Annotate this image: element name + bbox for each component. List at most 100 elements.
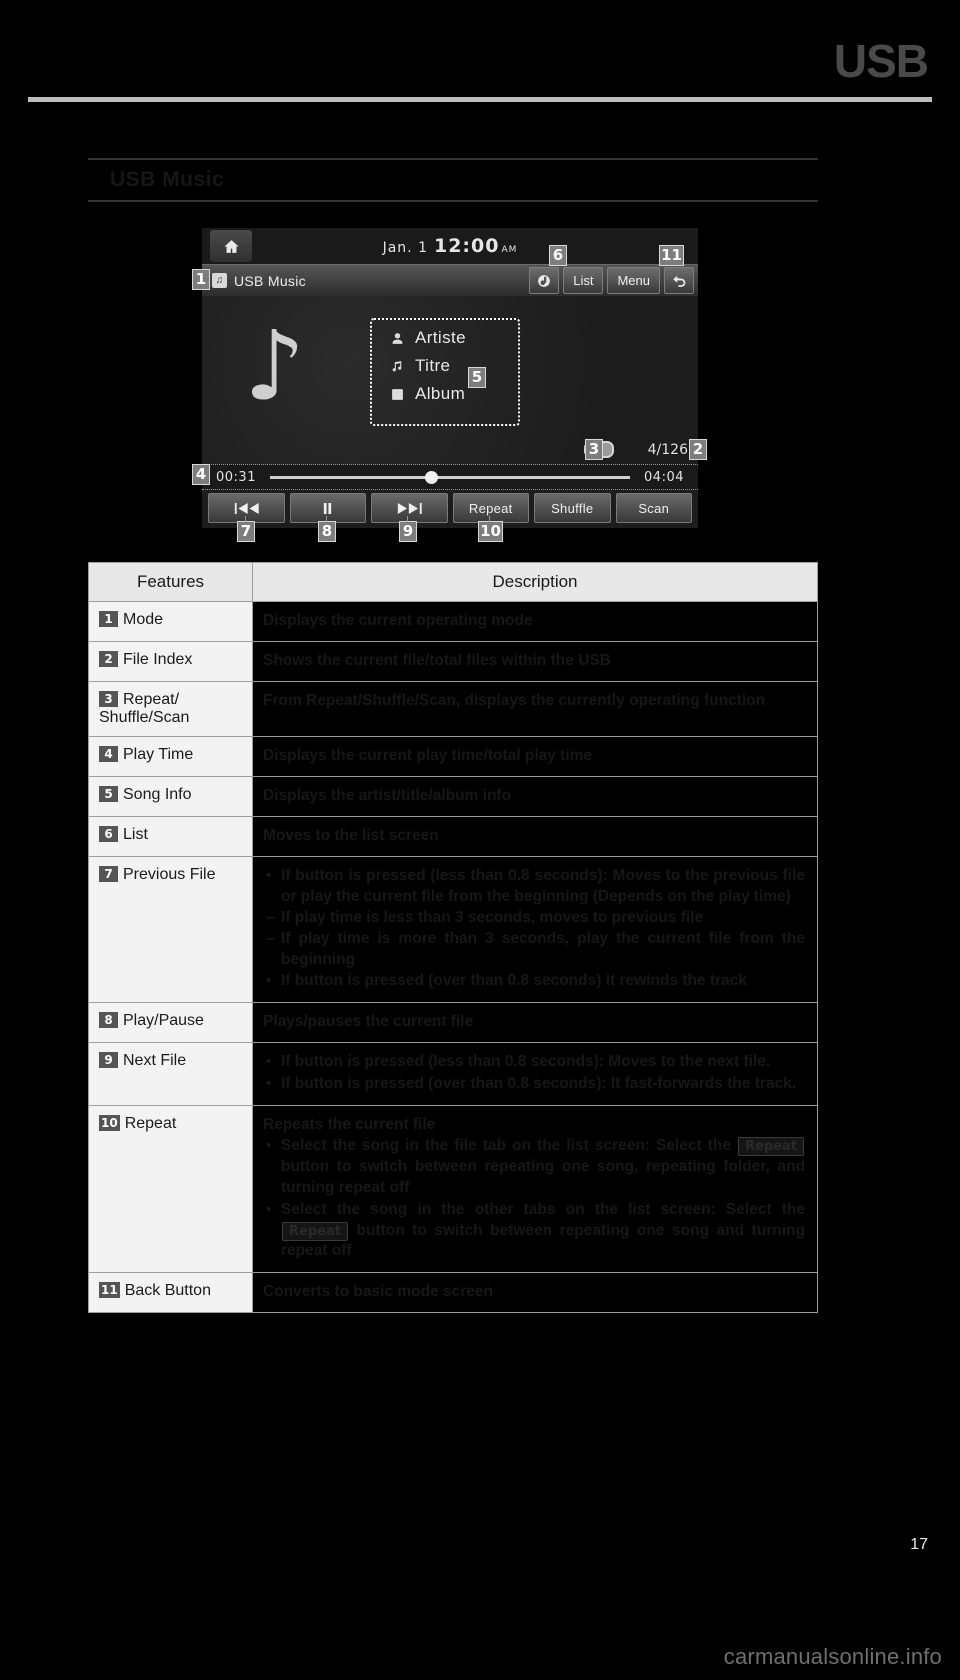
usb-music-icon: ♫ bbox=[212, 273, 227, 288]
sound-icon[interactable] bbox=[529, 267, 560, 294]
dash-item: If play time is less than 3 seconds, mov… bbox=[266, 908, 805, 929]
feature-label: Previous File bbox=[123, 865, 216, 883]
bullet-list: If button is pressed (less than 0.8 seco… bbox=[263, 866, 805, 908]
callout-11: 11 bbox=[659, 245, 684, 266]
feature-cell-repeat: 10 Repeat bbox=[88, 1104, 253, 1274]
callout-leader-8 bbox=[326, 516, 327, 522]
play-time-bar: 00:31 04:04 bbox=[202, 464, 698, 490]
feature-cell-repeat-shuffle-scan: 3 Repeat/ Shuffle/Scan bbox=[88, 680, 253, 737]
section-bottom-rule bbox=[88, 200, 818, 202]
row-number: 3 bbox=[99, 690, 118, 707]
dash-item: If play time is more than 3 seconds, pla… bbox=[266, 929, 805, 971]
table-row: 6 List Moves to the list screen bbox=[88, 815, 818, 857]
callout-5: 5 bbox=[468, 367, 486, 388]
table-header-row: Features Description bbox=[88, 562, 818, 602]
menu-button[interactable]: Menu bbox=[607, 267, 660, 294]
song-info-album-row: Album bbox=[390, 384, 518, 404]
feature-cell-next-file: 9 Next File bbox=[88, 1042, 253, 1106]
description-cell-back-button: Converts to basic mode screen bbox=[252, 1272, 818, 1314]
features-table: Features Description 1 Mode Displays the … bbox=[88, 562, 818, 1314]
song-info-title-label: Titre bbox=[415, 356, 451, 375]
callout-1: 1 bbox=[192, 269, 210, 290]
clock-ampm: AM bbox=[501, 245, 518, 255]
page-header: USB bbox=[0, 0, 960, 110]
song-info-box: Artiste Titre Album bbox=[370, 318, 520, 426]
progress-slider[interactable] bbox=[269, 470, 631, 484]
description-cell-song-info: Displays the artist/title/album info bbox=[252, 775, 818, 817]
row-number: 6 bbox=[99, 825, 118, 842]
clock-time: 12:00 bbox=[433, 235, 500, 257]
bullet-item: If button is pressed (over than 0.8 seco… bbox=[266, 971, 805, 992]
feature-cell-list: 6 List bbox=[88, 815, 253, 857]
repeat-lead-text: Repeats the current file bbox=[263, 1115, 436, 1133]
play-pause-button[interactable] bbox=[289, 493, 366, 523]
repeat-button[interactable]: Repeat bbox=[452, 493, 529, 523]
row-number: 4 bbox=[99, 745, 118, 762]
description-cell-repeat-shuffle-scan: From Repeat/Shuffle/Scan, displays the c… bbox=[252, 680, 818, 737]
bullet-text-post: button to switch between repeating one s… bbox=[281, 1157, 805, 1196]
watermark: carmanualsonline.info bbox=[723, 1644, 942, 1669]
row-number: 7 bbox=[99, 865, 118, 882]
device-status-bar: Jan. 1 12:00 AM bbox=[202, 228, 698, 264]
feature-label: Repeat bbox=[124, 1114, 177, 1132]
bullet-list: If button is pressed (less than 0.8 seco… bbox=[263, 1052, 805, 1095]
callout-8: 8 bbox=[318, 521, 336, 542]
callout-6: 6 bbox=[549, 245, 567, 266]
callout-4: 4 bbox=[192, 464, 210, 485]
page-number: 17 bbox=[910, 1536, 928, 1553]
bullet-item: If button is pressed (less than 0.8 seco… bbox=[266, 866, 805, 908]
description-cell-next-file: If button is pressed (less than 0.8 seco… bbox=[252, 1042, 818, 1106]
table-row: 7 Previous File If button is pressed (les… bbox=[88, 855, 818, 1004]
title-icon bbox=[390, 359, 405, 374]
feature-label: Play/Pause bbox=[123, 1012, 204, 1030]
col-header-features: Features bbox=[88, 562, 253, 602]
bullet-item: If button is pressed (over than 0.8 seco… bbox=[266, 1074, 805, 1095]
device-main-area: ♪ Artiste Titre Album 4/126 bbox=[202, 296, 698, 464]
callout-2: 2 bbox=[689, 439, 707, 460]
table-row: 9 Next File If button is pressed (less th… bbox=[88, 1042, 818, 1106]
callout-leader-9 bbox=[407, 516, 408, 522]
song-info-album-label: Album bbox=[415, 384, 466, 403]
mode-label: USB Music bbox=[234, 272, 306, 289]
dash-list: If play time is less than 3 seconds, mov… bbox=[263, 908, 805, 971]
feature-cell-mode: 1 Mode bbox=[88, 601, 253, 642]
table-row: 11 Back Button Converts to basic mode scr… bbox=[88, 1272, 818, 1314]
row-number: 10 bbox=[99, 1114, 120, 1131]
row-number: 11 bbox=[99, 1282, 120, 1299]
feature-label: List bbox=[123, 825, 148, 843]
scan-button[interactable]: Scan bbox=[615, 493, 692, 523]
music-note-icon: ♪ bbox=[244, 310, 306, 422]
callout-9: 9 bbox=[399, 521, 417, 542]
list-button[interactable]: List bbox=[563, 267, 604, 294]
callout-7: 7 bbox=[237, 521, 255, 542]
mode-indicator: ♫ USB Music bbox=[212, 273, 529, 289]
row-number: 9 bbox=[99, 1052, 118, 1069]
table-row: 2 File Index Shows the current file/total… bbox=[88, 640, 818, 682]
song-info-artist-row: Artiste bbox=[390, 328, 518, 348]
feature-cell-play-pause: 8 Play/Pause bbox=[88, 1002, 253, 1044]
bullet-text-pre: Select the song in the other tabs on the… bbox=[281, 1200, 805, 1218]
description-cell-list: Moves to the list screen bbox=[252, 815, 818, 857]
clock-date: Jan. 1 bbox=[382, 240, 428, 256]
callout-3: 3 bbox=[585, 439, 603, 460]
shuffle-button[interactable]: Shuffle bbox=[534, 493, 611, 523]
feature-cell-back-button: 11 Back Button bbox=[88, 1272, 253, 1314]
back-arrow-icon[interactable] bbox=[664, 267, 694, 294]
feature-cell-file-index: 2 File Index bbox=[88, 640, 253, 682]
callout-10: 10 bbox=[478, 521, 503, 542]
row-number: 2 bbox=[99, 650, 118, 667]
bullet-item: If button is pressed (less than 0.8 seco… bbox=[266, 1052, 805, 1073]
row-number: 1 bbox=[99, 611, 118, 627]
song-info-title-row: Titre bbox=[390, 356, 518, 376]
bullet-list: If button is pressed (over than 0.8 seco… bbox=[263, 971, 805, 992]
inline-repeat-button: Repeat bbox=[738, 1136, 804, 1157]
header-rule bbox=[28, 97, 932, 102]
device-screen: Jan. 1 12:00 AM ♫ USB Music List Menu ♪ Ar… bbox=[202, 228, 698, 528]
artist-icon bbox=[390, 331, 405, 346]
previous-file-button[interactable] bbox=[208, 493, 285, 523]
progress-thumb[interactable] bbox=[424, 470, 438, 484]
description-cell-repeat: Repeats the current file Select the song… bbox=[252, 1104, 818, 1274]
next-file-button[interactable] bbox=[371, 493, 448, 523]
row-number: 5 bbox=[99, 785, 118, 802]
device-clock: Jan. 1 12:00 AM bbox=[202, 235, 698, 257]
